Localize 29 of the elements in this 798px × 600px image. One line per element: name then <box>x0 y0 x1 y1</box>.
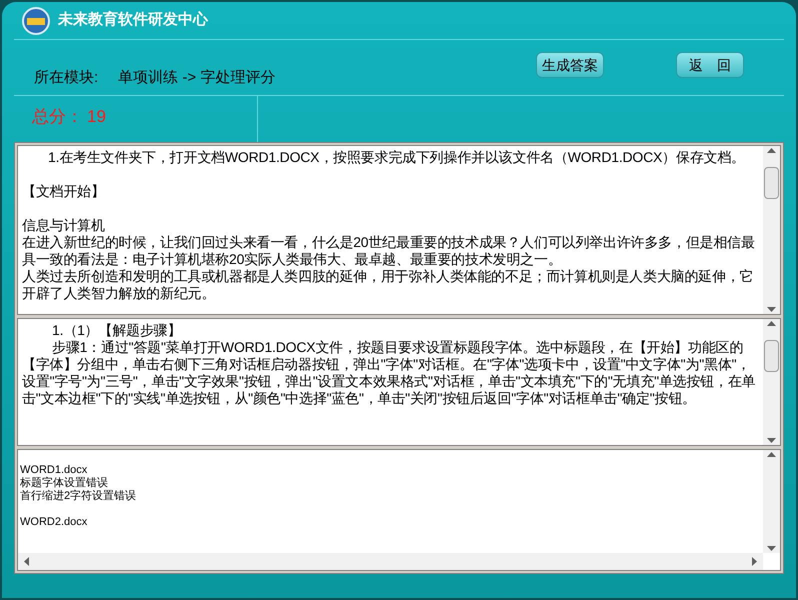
document-text: 在进入新世纪的时候，让我们回过头来看一看，什么是20世纪最重要的技术成果？人们可以列举出许许多多，但是相信最具一致的看法是：电子计算机堪称20实际人类最伟大、最卓越、最重要的技术发明之一。 <box>22 234 756 268</box>
scroll-thumb[interactable] <box>764 340 779 372</box>
step-text: 步骤1：通过"答题"菜单打开WORD1.DOCX文件，按题目要求设置标题段字体。选中标题段，在【开始】功能区的【字体】分组中，单击右侧下三角对话框启动器按钮，弹出"字体"对话框。在"字体"选项卡中，设置"中文字体"为"黑体"，设置"字号"为"三号"，单击"文字效果"按钮，弹出"设置文本效果格式"对话框，单击"文本填充"下的"无填充"单选按钮，在单击"文本边框"下的"实线"单选按钮，从"颜色"中选择"蓝色"，单击"关闭"按钮后返回"字体"对话框单击"确定"按钮。 <box>22 339 756 407</box>
window-title: 未来教育软件研发中心 <box>58 10 208 30</box>
scroll-thumb[interactable] <box>764 167 779 199</box>
scroll-up-icon[interactable] <box>767 148 776 153</box>
steps-heading: 1.（1）【解题步骤】 <box>51 322 182 339</box>
score-value: 19 <box>87 106 106 128</box>
result-file: WORD1.docx <box>20 464 88 476</box>
scroll-down-icon[interactable] <box>767 438 776 443</box>
scroll-down-icon[interactable] <box>767 307 776 312</box>
scroll-up-icon[interactable] <box>767 321 776 326</box>
scroll-left-icon[interactable] <box>24 557 29 566</box>
result-error: 标题字体设置错误 <box>20 477 108 490</box>
scroll-right-icon[interactable] <box>752 557 757 566</box>
logo-icon <box>22 6 50 34</box>
document-text: 信息与计算机 <box>22 217 106 234</box>
module-label: 所在模块: <box>34 68 98 88</box>
toolbar-button[interactable]: 生成答案 <box>536 52 604 78</box>
result-error: 首行缩进2字符设置错误 <box>20 490 136 503</box>
module-path: 单项训练 -> 字处理评分 <box>118 68 276 88</box>
scroll-down-icon[interactable] <box>767 546 776 551</box>
question-text: 1.在考生文件夹下，打开文档WORD1.DOCX，按照要求完成下列操作并以该文件名（WORD1.DOCX）保存文档。 <box>47 149 746 166</box>
toolbar-button[interactable]: 返 回 <box>676 52 744 78</box>
document-text: 人类过去所创造和发明的工具或机器都是人类四肢的延伸，用于弥补人类体能的不足；而计算机则是人类大脑的延伸，它开辟了人类智力解放的新纪元。 <box>22 268 754 302</box>
document-text: 【文档开始】 <box>22 183 106 200</box>
result-file: WORD2.docx <box>20 516 88 529</box>
score-label: 总分： <box>32 106 83 128</box>
scroll-up-icon[interactable] <box>767 452 776 457</box>
